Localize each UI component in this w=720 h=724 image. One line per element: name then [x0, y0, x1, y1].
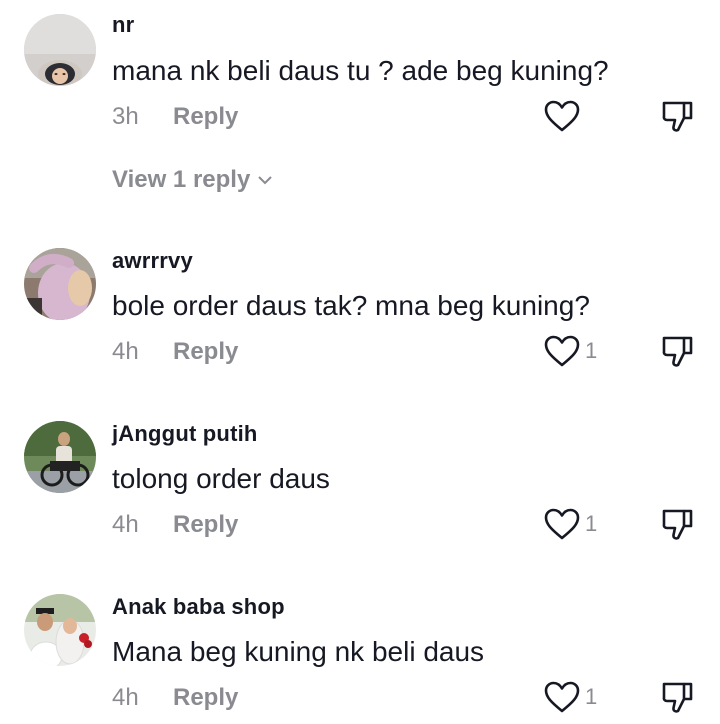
- thumbs-down-icon: [662, 509, 693, 540]
- avatar[interactable]: [24, 421, 96, 493]
- reply-button[interactable]: Reply: [173, 684, 238, 712]
- comment-text: Mana beg kuning nk beli daus: [112, 636, 485, 667]
- heart-outline-icon: [544, 681, 580, 713]
- avatar[interactable]: [24, 14, 96, 86]
- dislike-button[interactable]: [660, 333, 696, 369]
- comment-item: nr mana nk beli daus tu ? ade beg kuning…: [0, 0, 720, 200]
- dislike-button[interactable]: [660, 506, 696, 542]
- chevron-down-icon: [258, 176, 273, 185]
- like-count: 1: [585, 338, 598, 363]
- reply-button[interactable]: Reply: [173, 511, 238, 539]
- reply-button[interactable]: Reply: [173, 338, 238, 366]
- like-button[interactable]: 1: [543, 334, 597, 368]
- like-button[interactable]: 1: [543, 507, 597, 541]
- thumbs-down-icon: [662, 101, 693, 132]
- comment-username[interactable]: nr: [112, 12, 134, 38]
- view-replies-button[interactable]: View 1 reply: [112, 166, 274, 194]
- comment-text: bole order daus tak? mna beg kuning?: [112, 290, 590, 321]
- dislike-button[interactable]: [660, 98, 696, 134]
- avatar[interactable]: [24, 248, 96, 320]
- heart-outline-icon: [544, 335, 580, 367]
- like-button[interactable]: 1: [543, 680, 597, 714]
- comment-text: tolong order daus: [112, 463, 330, 494]
- avatar[interactable]: [24, 594, 96, 666]
- heart-outline-icon: [544, 508, 580, 540]
- comment-timestamp: 4h: [112, 684, 139, 711]
- comment-text: mana nk beli daus tu ? ade beg kuning?: [112, 55, 609, 86]
- comment-username[interactable]: Anak baba shop: [112, 594, 285, 620]
- comment-item: jAnggut putih tolong order daus 4h Reply…: [0, 418, 720, 568]
- like-count: 1: [585, 684, 598, 709]
- reply-button[interactable]: Reply: [173, 103, 238, 131]
- like-count: 1: [585, 511, 598, 536]
- comment-timestamp: 4h: [112, 338, 139, 365]
- thumbs-down-icon: [662, 336, 693, 367]
- comment-item: awrrrvy bole order daus tak? mna beg kun…: [0, 245, 720, 395]
- like-button[interactable]: [543, 99, 581, 133]
- comment-username[interactable]: jAnggut putih: [112, 421, 258, 447]
- comment-timestamp: 4h: [112, 511, 139, 538]
- comment-username[interactable]: awrrrvy: [112, 248, 193, 274]
- thumbs-down-icon: [662, 682, 693, 713]
- view-replies-label: View 1 reply: [112, 166, 251, 193]
- dislike-button[interactable]: [660, 679, 696, 715]
- comment-timestamp: 3h: [112, 103, 139, 130]
- comment-item: Anak baba shop Mana beg kuning nk beli d…: [0, 591, 720, 724]
- heart-outline-icon: [544, 100, 580, 132]
